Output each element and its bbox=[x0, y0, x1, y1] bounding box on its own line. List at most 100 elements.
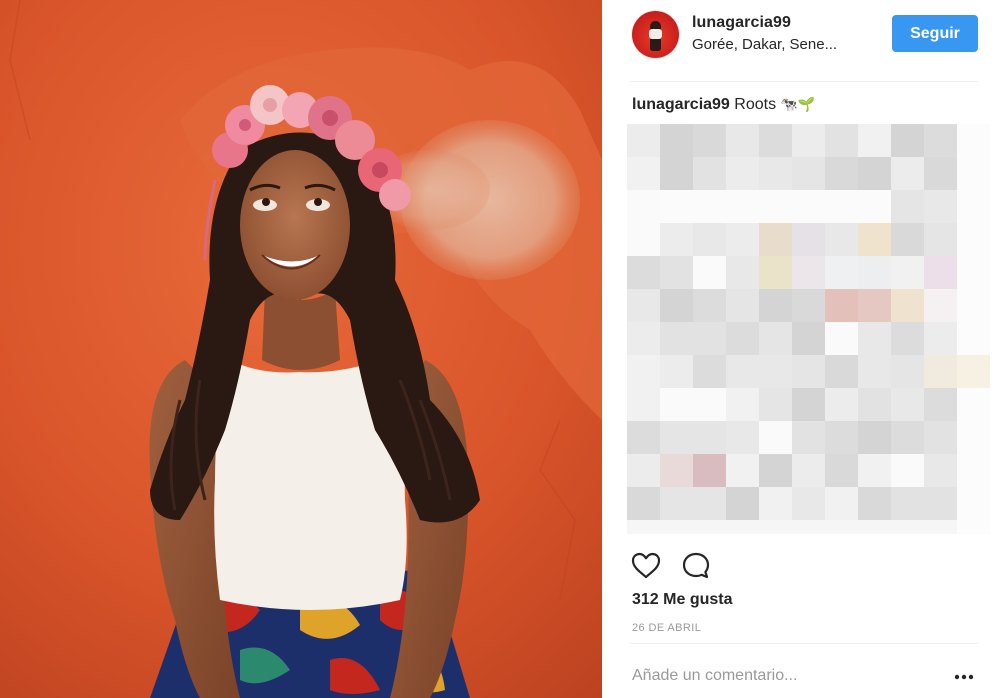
mosaic-cell bbox=[858, 487, 891, 520]
mosaic-cell bbox=[627, 157, 660, 190]
mosaic-cell bbox=[726, 421, 759, 454]
mosaic-cell bbox=[825, 454, 858, 487]
caption-username[interactable]: lunagarcia99 bbox=[632, 96, 730, 113]
mosaic-cell bbox=[858, 256, 891, 289]
mosaic-cell bbox=[891, 388, 924, 421]
mosaic-cell bbox=[726, 322, 759, 355]
mosaic-cell bbox=[858, 355, 891, 388]
heart-icon[interactable] bbox=[630, 550, 662, 582]
mosaic-cell bbox=[627, 421, 660, 454]
comments-blurred-area bbox=[627, 124, 993, 534]
mosaic-cell bbox=[957, 124, 990, 157]
mosaic-cell bbox=[792, 289, 825, 322]
mosaic-cell bbox=[891, 421, 924, 454]
mosaic-cell bbox=[924, 256, 957, 289]
mosaic-cell bbox=[726, 520, 759, 534]
mosaic-cell bbox=[693, 487, 726, 520]
mosaic-cell bbox=[924, 487, 957, 520]
mosaic-cell bbox=[759, 223, 792, 256]
mosaic-cell bbox=[858, 520, 891, 534]
mosaic-cell bbox=[660, 223, 693, 256]
mosaic-cell bbox=[858, 454, 891, 487]
post-header: lunagarcia99 Gorée, Dakar, Sene... Segui… bbox=[602, 0, 1000, 80]
mosaic-cell bbox=[891, 124, 924, 157]
mosaic-cell bbox=[825, 256, 858, 289]
mosaic-cell bbox=[627, 190, 660, 223]
mosaic-cell bbox=[726, 388, 759, 421]
mosaic-cell bbox=[726, 355, 759, 388]
mosaic-cell bbox=[693, 289, 726, 322]
mosaic-cell bbox=[660, 520, 693, 534]
mosaic-cell bbox=[627, 388, 660, 421]
mosaic-cell bbox=[627, 124, 660, 157]
mosaic-cell bbox=[957, 454, 990, 487]
instagram-post: lunagarcia99 Gorée, Dakar, Sene... Segui… bbox=[0, 0, 1000, 698]
mosaic-cell bbox=[660, 256, 693, 289]
more-options-icon[interactable] bbox=[952, 668, 976, 686]
mosaic-cell bbox=[759, 124, 792, 157]
mosaic-cell bbox=[924, 421, 957, 454]
post-caption: lunagarcia99 Roots 🐄🌱 bbox=[632, 96, 815, 114]
mosaic-cell bbox=[924, 124, 957, 157]
mosaic-cell bbox=[924, 454, 957, 487]
avatar[interactable] bbox=[632, 11, 679, 58]
mosaic-cell bbox=[726, 454, 759, 487]
mosaic-cell bbox=[792, 157, 825, 190]
mosaic-cell bbox=[957, 157, 990, 190]
mosaic-cell bbox=[759, 421, 792, 454]
mosaic-cell bbox=[726, 157, 759, 190]
mosaic-cell bbox=[660, 289, 693, 322]
mosaic-cell bbox=[924, 355, 957, 388]
mosaic-cell bbox=[858, 421, 891, 454]
post-photo[interactable] bbox=[0, 0, 602, 698]
caption-emoji: 🐄🌱 bbox=[780, 96, 815, 112]
mosaic-cell bbox=[759, 157, 792, 190]
mosaic-cell bbox=[759, 289, 792, 322]
mosaic-cell bbox=[825, 355, 858, 388]
mosaic-cell bbox=[858, 388, 891, 421]
mosaic-cell bbox=[792, 256, 825, 289]
mosaic-cell bbox=[858, 190, 891, 223]
mosaic-cell bbox=[660, 421, 693, 454]
mosaic-cell bbox=[660, 322, 693, 355]
mosaic-cell bbox=[660, 355, 693, 388]
likes-count[interactable]: 312 Me gusta bbox=[632, 591, 732, 609]
mosaic-cell bbox=[891, 190, 924, 223]
mosaic-cell bbox=[792, 322, 825, 355]
avatar-figure-top bbox=[649, 29, 662, 39]
mosaic-cell bbox=[825, 223, 858, 256]
mosaic-cell bbox=[627, 454, 660, 487]
mosaic-cell bbox=[825, 487, 858, 520]
header-location[interactable]: Gorée, Dakar, Sene... bbox=[692, 36, 837, 53]
post-image bbox=[0, 0, 602, 698]
mosaic-cell bbox=[726, 289, 759, 322]
mosaic-cell bbox=[759, 256, 792, 289]
mosaic-cell bbox=[693, 322, 726, 355]
mosaic-cell bbox=[891, 322, 924, 355]
post-date[interactable]: 26 DE ABRIL bbox=[632, 622, 701, 634]
mosaic-cell bbox=[627, 223, 660, 256]
mosaic-cell bbox=[924, 157, 957, 190]
mosaic-cell bbox=[792, 421, 825, 454]
mosaic-cell bbox=[891, 487, 924, 520]
mosaic-cell bbox=[858, 223, 891, 256]
caption-text: Roots bbox=[734, 96, 777, 113]
mosaic-cell bbox=[660, 487, 693, 520]
mosaic-cell bbox=[891, 256, 924, 289]
comment-input[interactable] bbox=[632, 663, 932, 689]
mosaic-cell bbox=[924, 190, 957, 223]
mosaic-cell bbox=[957, 487, 990, 520]
mosaic-cell bbox=[825, 388, 858, 421]
mosaic-cell bbox=[792, 124, 825, 157]
mosaic-cell bbox=[627, 355, 660, 388]
mosaic-cell bbox=[693, 388, 726, 421]
mosaic-cell bbox=[759, 355, 792, 388]
mosaic-cell bbox=[891, 157, 924, 190]
follow-button[interactable]: Seguir bbox=[892, 15, 978, 52]
mosaic-cell bbox=[693, 421, 726, 454]
comment-bubble-icon[interactable] bbox=[680, 550, 712, 582]
mosaic-cell bbox=[891, 520, 924, 534]
header-username[interactable]: lunagarcia99 bbox=[692, 14, 791, 32]
mosaic-cell bbox=[759, 520, 792, 534]
mosaic-cell bbox=[858, 157, 891, 190]
